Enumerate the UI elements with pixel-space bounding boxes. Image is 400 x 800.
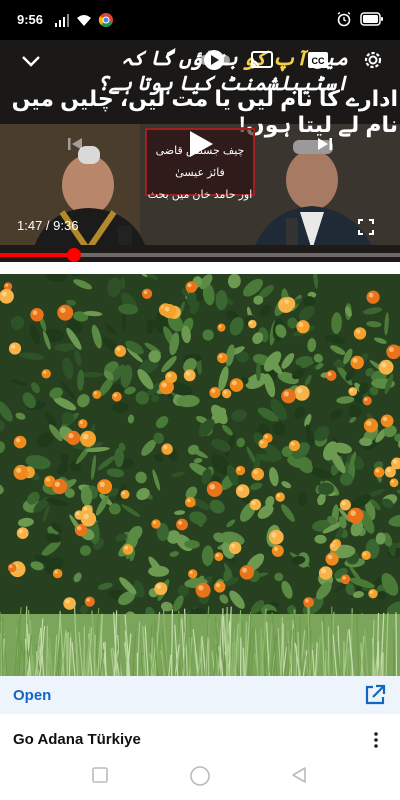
autoplay-toggle[interactable] — [198, 49, 232, 71]
recent-apps-button[interactable] — [91, 766, 109, 784]
advertiser-name: Go Adana Türkiye — [13, 731, 141, 748]
cast-icon[interactable] — [250, 49, 274, 71]
collapse-icon[interactable] — [20, 54, 42, 68]
ad-image[interactable] — [0, 274, 400, 676]
system-nav-bar — [0, 756, 400, 800]
open-button[interactable]: Open — [13, 687, 51, 704]
status-icons-right — [336, 11, 384, 27]
wifi-icon — [77, 15, 91, 26]
status-time: 9:56 — [17, 12, 44, 27]
chrome-icon — [98, 13, 113, 27]
signal-icon — [55, 14, 69, 27]
fullscreen-icon[interactable] — [358, 219, 374, 235]
progress-fill — [0, 253, 75, 257]
captions-icon[interactable]: CC — [306, 49, 330, 71]
time-readout: 1:47 / 9:36 — [17, 218, 79, 233]
ad-open-bar[interactable]: Open — [0, 676, 400, 714]
video-player[interactable]: میں آپ کو بتاؤں گا کہ اسٹیبلشمنٹ کیا ہوت… — [0, 40, 400, 262]
settings-icon[interactable] — [361, 48, 385, 72]
orange-tree-image — [0, 274, 400, 676]
back-button[interactable] — [290, 766, 308, 784]
previous-icon[interactable] — [66, 135, 84, 153]
home-button[interactable] — [189, 766, 211, 788]
battery-icon — [360, 12, 383, 26]
progress-bar[interactable] — [0, 248, 400, 262]
label-box-line2: اور حامد خان میں بحث — [147, 189, 253, 201]
status-icons-left — [54, 12, 114, 28]
next-icon[interactable] — [316, 135, 334, 153]
more-options-icon[interactable] — [370, 730, 382, 750]
svg-text:CC: CC — [312, 56, 325, 66]
play-icon[interactable] — [187, 129, 215, 159]
alarm-icon — [337, 11, 351, 27]
open-external-icon[interactable] — [364, 684, 386, 706]
status-bar: 9:56 — [0, 0, 400, 40]
